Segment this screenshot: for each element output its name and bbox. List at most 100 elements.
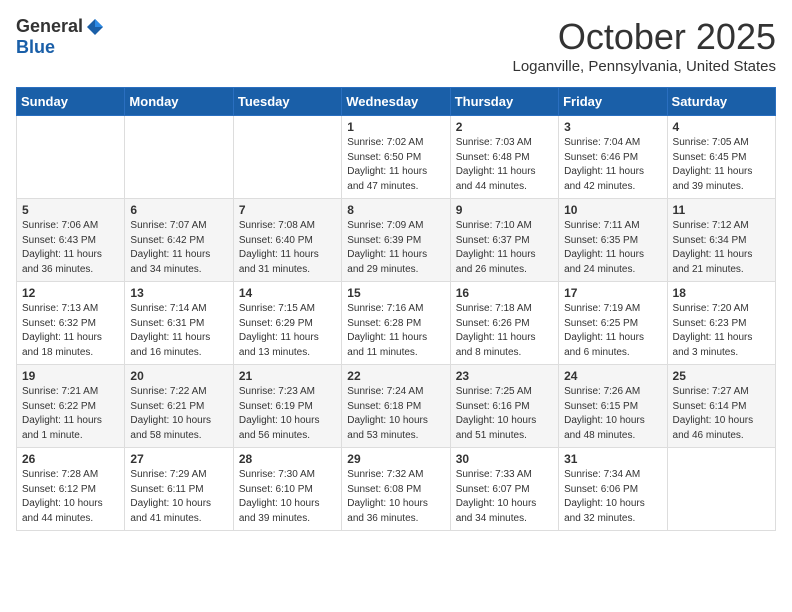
day-info: Sunrise: 7:25 AM Sunset: 6:16 PM Dayligh… [456,385,553,443]
calendar-cell: 29 Sunrise: 7:32 AM Sunset: 6:08 PM Dayli… [342,448,450,531]
calendar-cell: 3 Sunrise: 7:04 AM Sunset: 6:46 PM Daylig… [559,116,667,199]
day-number: 18 [673,286,770,300]
day-info: Sunrise: 7:13 AM Sunset: 6:32 PM Dayligh… [22,302,119,360]
weekday-header-friday: Friday [559,88,667,116]
logo: General Blue [16,16,105,58]
logo-general-text: General [16,16,83,37]
weekday-header-monday: Monday [125,88,233,116]
day-info: Sunrise: 7:02 AM Sunset: 6:50 PM Dayligh… [347,136,444,194]
day-info: Sunrise: 7:10 AM Sunset: 6:37 PM Dayligh… [456,219,553,277]
day-number: 14 [239,286,336,300]
calendar-cell: 7 Sunrise: 7:08 AM Sunset: 6:40 PM Daylig… [233,199,341,282]
calendar-cell: 24 Sunrise: 7:26 AM Sunset: 6:15 PM Dayli… [559,365,667,448]
day-number: 29 [347,452,444,466]
title-area: October 2025 Loganville, Pennsylvania, U… [513,16,777,75]
day-number: 4 [673,120,770,134]
logo-icon [85,17,105,37]
calendar-cell [17,116,125,199]
day-info: Sunrise: 7:23 AM Sunset: 6:19 PM Dayligh… [239,385,336,443]
calendar-cell: 19Sunrise: 7:21 AM Sunset: 6:22 PM Dayli… [17,365,125,448]
calendar-cell: 5Sunrise: 7:06 AM Sunset: 6:43 PM Daylig… [17,199,125,282]
day-info: Sunrise: 7:22 AM Sunset: 6:21 PM Dayligh… [130,385,227,443]
day-info: Sunrise: 7:07 AM Sunset: 6:42 PM Dayligh… [130,219,227,277]
day-info: Sunrise: 7:18 AM Sunset: 6:26 PM Dayligh… [456,302,553,360]
calendar-table: SundayMondayTuesdayWednesdayThursdayFrid… [16,87,776,531]
day-info: Sunrise: 7:28 AM Sunset: 6:12 PM Dayligh… [22,468,119,526]
day-number: 8 [347,203,444,217]
calendar-cell: 31Sunrise: 7:34 AM Sunset: 6:06 PM Dayli… [559,448,667,531]
month-title: October 2025 [513,16,777,58]
day-number: 6 [130,203,227,217]
day-number: 24 [564,369,661,383]
day-number: 10 [564,203,661,217]
weekday-header-tuesday: Tuesday [233,88,341,116]
calendar-week-row: 5Sunrise: 7:06 AM Sunset: 6:43 PM Daylig… [17,199,776,282]
calendar-cell: 12Sunrise: 7:13 AM Sunset: 6:32 PM Dayli… [17,282,125,365]
calendar-week-row: 12Sunrise: 7:13 AM Sunset: 6:32 PM Dayli… [17,282,776,365]
calendar-cell: 16Sunrise: 7:18 AM Sunset: 6:26 PM Dayli… [450,282,558,365]
day-info: Sunrise: 7:08 AM Sunset: 6:40 PM Dayligh… [239,219,336,277]
calendar-cell: 8 Sunrise: 7:09 AM Sunset: 6:39 PM Daylig… [342,199,450,282]
day-info: Sunrise: 7:04 AM Sunset: 6:46 PM Dayligh… [564,136,661,194]
calendar-cell: 30Sunrise: 7:33 AM Sunset: 6:07 PM Dayli… [450,448,558,531]
day-info: Sunrise: 7:30 AM Sunset: 6:10 PM Dayligh… [239,468,336,526]
day-info: Sunrise: 7:14 AM Sunset: 6:31 PM Dayligh… [130,302,227,360]
calendar-cell: 15 Sunrise: 7:16 AM Sunset: 6:28 PM Dayli… [342,282,450,365]
calendar-cell: 27Sunrise: 7:29 AM Sunset: 6:11 PM Dayli… [125,448,233,531]
day-number: 23 [456,369,553,383]
day-number: 3 [564,120,661,134]
day-info: Sunrise: 7:12 AM Sunset: 6:34 PM Dayligh… [673,219,770,277]
header: General Blue October 2025 Loganville, Pe… [16,16,776,75]
day-number: 9 [456,203,553,217]
weekday-header-thursday: Thursday [450,88,558,116]
day-number: 1 [347,120,444,134]
day-number: 19 [22,369,119,383]
calendar-cell: 22 Sunrise: 7:24 AM Sunset: 6:18 PM Dayli… [342,365,450,448]
calendar-cell: 18 Sunrise: 7:20 AM Sunset: 6:23 PM Dayli… [667,282,775,365]
day-number: 11 [673,203,770,217]
day-info: Sunrise: 7:19 AM Sunset: 6:25 PM Dayligh… [564,302,661,360]
day-number: 28 [239,452,336,466]
location-title: Loganville, Pennsylvania, United States [513,58,777,75]
day-info: Sunrise: 7:05 AM Sunset: 6:45 PM Dayligh… [673,136,770,194]
calendar-week-row: 19Sunrise: 7:21 AM Sunset: 6:22 PM Dayli… [17,365,776,448]
calendar-cell [667,448,775,531]
day-number: 22 [347,369,444,383]
calendar-cell: 4 Sunrise: 7:05 AM Sunset: 6:45 PM Daylig… [667,116,775,199]
weekday-header-sunday: Sunday [17,88,125,116]
day-number: 20 [130,369,227,383]
calendar-week-row: 26Sunrise: 7:28 AM Sunset: 6:12 PM Dayli… [17,448,776,531]
calendar-cell [233,116,341,199]
calendar-cell: 11 Sunrise: 7:12 AM Sunset: 6:34 PM Dayli… [667,199,775,282]
logo-blue-text: Blue [16,37,55,58]
calendar-cell: 1 Sunrise: 7:02 AM Sunset: 6:50 PM Daylig… [342,116,450,199]
calendar-cell: 23 Sunrise: 7:25 AM Sunset: 6:16 PM Dayli… [450,365,558,448]
day-info: Sunrise: 7:16 AM Sunset: 6:28 PM Dayligh… [347,302,444,360]
day-info: Sunrise: 7:27 AM Sunset: 6:14 PM Dayligh… [673,385,770,443]
calendar-cell: 26Sunrise: 7:28 AM Sunset: 6:12 PM Dayli… [17,448,125,531]
day-number: 7 [239,203,336,217]
weekday-header-saturday: Saturday [667,88,775,116]
day-info: Sunrise: 7:11 AM Sunset: 6:35 PM Dayligh… [564,219,661,277]
day-info: Sunrise: 7:24 AM Sunset: 6:18 PM Dayligh… [347,385,444,443]
weekday-header-row: SundayMondayTuesdayWednesdayThursdayFrid… [17,88,776,116]
day-number: 2 [456,120,553,134]
calendar-cell: 20 Sunrise: 7:22 AM Sunset: 6:21 PM Dayli… [125,365,233,448]
calendar-cell: 6 Sunrise: 7:07 AM Sunset: 6:42 PM Daylig… [125,199,233,282]
day-info: Sunrise: 7:03 AM Sunset: 6:48 PM Dayligh… [456,136,553,194]
calendar-cell: 2 Sunrise: 7:03 AM Sunset: 6:48 PM Daylig… [450,116,558,199]
calendar-cell: 14 Sunrise: 7:15 AM Sunset: 6:29 PM Dayli… [233,282,341,365]
day-number: 15 [347,286,444,300]
day-info: Sunrise: 7:32 AM Sunset: 6:08 PM Dayligh… [347,468,444,526]
day-info: Sunrise: 7:09 AM Sunset: 6:39 PM Dayligh… [347,219,444,277]
day-info: Sunrise: 7:33 AM Sunset: 6:07 PM Dayligh… [456,468,553,526]
calendar-cell: 21 Sunrise: 7:23 AM Sunset: 6:19 PM Dayli… [233,365,341,448]
day-number: 21 [239,369,336,383]
day-number: 17 [564,286,661,300]
calendar-cell: 13 Sunrise: 7:14 AM Sunset: 6:31 PM Dayli… [125,282,233,365]
day-info: Sunrise: 7:20 AM Sunset: 6:23 PM Dayligh… [673,302,770,360]
day-info: Sunrise: 7:26 AM Sunset: 6:15 PM Dayligh… [564,385,661,443]
day-info: Sunrise: 7:34 AM Sunset: 6:06 PM Dayligh… [564,468,661,526]
day-info: Sunrise: 7:15 AM Sunset: 6:29 PM Dayligh… [239,302,336,360]
day-number: 13 [130,286,227,300]
